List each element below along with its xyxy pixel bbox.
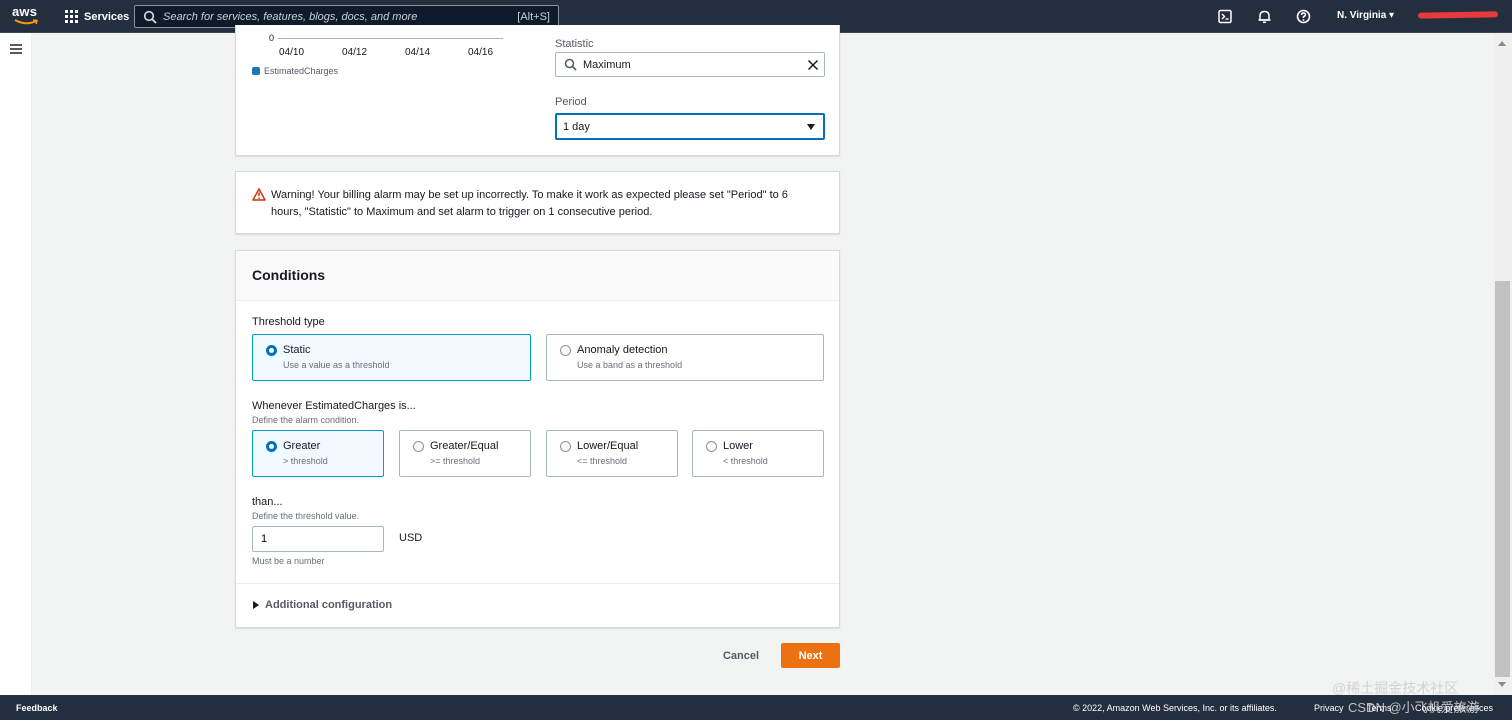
conditions-panel: Conditions Threshold type Static Use a v…	[235, 250, 840, 628]
operator-greater[interactable]: Greater > threshold	[252, 430, 384, 477]
tile-title: Lower/Equal	[577, 440, 639, 452]
help-icon[interactable]	[1296, 9, 1311, 24]
chart-x-tick: 04/14	[405, 47, 431, 58]
account-menu-redacted[interactable]	[1417, 11, 1499, 19]
tile-desc: < threshold	[723, 456, 768, 466]
additional-configuration-label: Additional configuration	[265, 599, 393, 611]
page-footer: Feedback © 2022, Amazon Web Services, In…	[0, 695, 1512, 720]
caret-right-icon	[253, 601, 259, 609]
threshold-value-input[interactable]	[252, 526, 384, 552]
than-desc: Define the threshold value.	[252, 511, 360, 521]
scrollbar-thumb[interactable]	[1495, 281, 1510, 677]
search-icon	[564, 58, 577, 71]
chart-x-tick: 04/16	[468, 47, 494, 58]
radio-selected[interactable]	[266, 345, 277, 356]
services-label: Services	[84, 10, 130, 23]
legend-label: EstimatedCharges	[264, 66, 339, 76]
tile-title: Lower	[723, 440, 753, 452]
conditions-title: Conditions	[252, 267, 326, 283]
billing-warning-alert: Warning! Your billing alarm may be set u…	[235, 171, 840, 234]
aws-logo[interactable]: aws	[12, 5, 42, 27]
tile-desc: <= threshold	[577, 456, 628, 466]
period-value: 1 day	[563, 120, 590, 133]
radio-unselected[interactable]	[560, 345, 571, 356]
warning-icon	[252, 188, 266, 201]
legend-swatch	[252, 67, 260, 75]
copyright-text: © 2022, Amazon Web Services, Inc. or its…	[1073, 703, 1277, 713]
period-label: Period	[555, 96, 587, 108]
region-selector[interactable]: N. Virginia ▾	[1337, 10, 1394, 21]
operator-lower[interactable]: Lower < threshold	[692, 430, 824, 477]
clear-icon[interactable]	[807, 59, 819, 71]
side-navigation-rail	[0, 33, 32, 695]
whenever-label: Whenever EstimatedCharges is...	[252, 400, 416, 412]
operator-lower-equal[interactable]: Lower/Equal <= threshold	[546, 430, 678, 477]
chart-x-tick: 04/10	[279, 47, 305, 58]
search-icon	[143, 10, 157, 24]
scroll-down-icon[interactable]	[1498, 682, 1506, 687]
radio-unselected[interactable]	[706, 441, 717, 452]
metric-panel: 0 04/10 04/12 04/14 04/16 EstimatedCharg…	[235, 25, 840, 156]
services-grid-icon	[65, 10, 78, 23]
chart-legend[interactable]: EstimatedCharges	[252, 66, 338, 76]
watermark-text: @稀土掘金技术社区	[1332, 680, 1459, 696]
menu-icon[interactable]	[10, 44, 22, 54]
feedback-link[interactable]: Feedback	[16, 703, 58, 713]
caret-down-icon	[807, 123, 815, 130]
threshold-hint: Must be a number	[252, 556, 325, 566]
tile-title: Static	[283, 344, 311, 356]
conditions-header: Conditions	[236, 251, 839, 301]
tile-title: Greater/Equal	[430, 440, 499, 452]
tile-title: Greater	[283, 440, 321, 452]
threshold-type-label: Threshold type	[252, 316, 325, 328]
tile-desc: Use a band as a threshold	[577, 360, 683, 370]
tile-title: Anomaly detection	[577, 344, 668, 356]
scroll-up-icon[interactable]	[1498, 41, 1506, 46]
additional-configuration-toggle[interactable]: Additional configuration	[253, 599, 392, 611]
chart-y-tick: 0	[269, 33, 275, 43]
section-divider	[236, 583, 839, 584]
page-scrollbar[interactable]	[1493, 33, 1512, 695]
chart-x-tick: 04/12	[342, 47, 368, 58]
radio-selected[interactable]	[266, 441, 277, 452]
statistic-input[interactable]: Maximum	[555, 52, 825, 77]
than-label: than...	[252, 496, 283, 508]
tile-desc: >= threshold	[430, 456, 481, 466]
radio-unselected[interactable]	[560, 441, 571, 452]
tile-desc: Use a value as a threshold	[283, 360, 390, 370]
search-shortcut: [Alt+S]	[517, 10, 550, 23]
statistic-label: Statistic	[555, 38, 594, 50]
operator-greater-equal[interactable]: Greater/Equal >= threshold	[399, 430, 531, 477]
aws-smile-icon	[14, 19, 38, 25]
cloudshell-icon[interactable]	[1218, 9, 1233, 24]
threshold-type-static[interactable]: Static Use a value as a threshold	[252, 334, 531, 381]
privacy-link[interactable]: Privacy	[1314, 703, 1344, 713]
cancel-button[interactable]: Cancel	[713, 643, 769, 668]
warning-text: Warning! Your billing alarm may be set u…	[271, 189, 788, 218]
statistic-value: Maximum	[583, 58, 631, 71]
next-button[interactable]: Next	[781, 643, 840, 668]
search-placeholder: Search for services, features, blogs, do…	[163, 10, 418, 23]
services-menu-button[interactable]: Services	[65, 8, 129, 25]
tile-desc: > threshold	[283, 456, 328, 466]
whenever-desc: Define the alarm condition.	[252, 415, 360, 425]
threshold-unit: USD	[399, 532, 423, 544]
aws-logo-text: aws	[12, 4, 38, 19]
watermark-text: CSDN @小飞机爱旅游	[1348, 700, 1480, 715]
bell-icon[interactable]	[1257, 9, 1272, 24]
chart-x-axis	[278, 38, 503, 39]
radio-unselected[interactable]	[413, 441, 424, 452]
threshold-type-anomaly[interactable]: Anomaly detection Use a band as a thresh…	[546, 334, 824, 381]
period-select[interactable]: 1 day	[555, 113, 825, 140]
